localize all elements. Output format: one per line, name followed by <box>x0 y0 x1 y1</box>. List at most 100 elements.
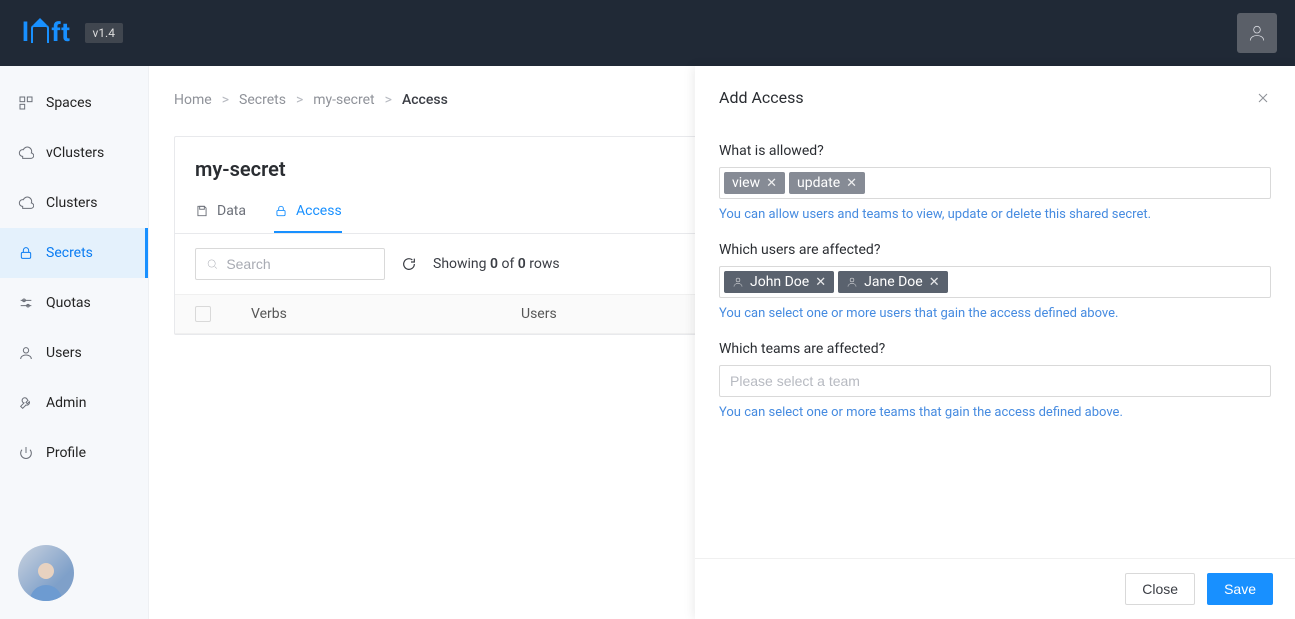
sidebar-item-label: Profile <box>46 445 86 461</box>
tab-label: Access <box>296 203 342 219</box>
tab-data[interactable]: Data <box>195 191 246 233</box>
row-mid: of <box>498 256 518 272</box>
tab-label: Data <box>217 203 246 219</box>
allowed-tag-view[interactable]: view ✕ <box>724 172 785 194</box>
users-label: Which users are affected? <box>719 242 1271 258</box>
reload-button[interactable] <box>401 256 417 272</box>
allowed-group: What is allowed? view ✕ update ✕ You can… <box>719 143 1271 222</box>
teams-help: You can select one or more teams that ga… <box>719 405 1271 420</box>
allowed-tag-update[interactable]: update ✕ <box>789 172 865 194</box>
drawer-title: Add Access <box>719 88 804 107</box>
breadcrumb-sep: > <box>296 92 303 108</box>
close-button[interactable]: Close <box>1125 573 1195 605</box>
users-ghost-input[interactable] <box>952 270 1266 294</box>
save-icon <box>195 204 209 218</box>
wrench-icon <box>18 395 34 411</box>
sidebar-item-quotas[interactable]: Quotas <box>0 278 148 328</box>
version-badge: v1.4 <box>85 23 123 43</box>
sidebar-item-label: Secrets <box>46 245 93 261</box>
tag-remove[interactable]: ✕ <box>929 275 940 290</box>
topbar-right <box>1237 13 1277 53</box>
allowed-input[interactable]: view ✕ update ✕ <box>719 167 1271 199</box>
sidebar-item-profile[interactable]: Profile <box>0 428 148 478</box>
power-icon <box>18 445 34 461</box>
user-tag-jane[interactable]: Jane Doe ✕ <box>838 271 947 293</box>
sidebar-item-label: Admin <box>46 395 86 411</box>
users-group: Which users are affected? John Doe ✕ Jan… <box>719 242 1271 321</box>
drawer-footer: Close Save <box>695 558 1295 619</box>
column-users[interactable]: Users <box>521 306 557 322</box>
sidebar-item-label: Users <box>46 345 82 361</box>
sidebar-item-admin[interactable]: Admin <box>0 378 148 428</box>
sidebar-item-label: Spaces <box>46 95 92 111</box>
teams-label: Which teams are affected? <box>719 341 1271 357</box>
save-button[interactable]: Save <box>1207 573 1273 605</box>
person-icon <box>846 276 858 288</box>
teams-group: Which teams are affected? You can select… <box>719 341 1271 420</box>
user-tag-john[interactable]: John Doe ✕ <box>724 271 834 293</box>
avatar-icon <box>22 553 70 601</box>
row-summary: Showing 0 of 0 rows <box>433 256 560 272</box>
add-access-drawer: Add Access What is allowed? view ✕ updat… <box>695 66 1295 619</box>
drawer-header: Add Access <box>695 66 1295 117</box>
sidebar-item-clusters[interactable]: Clusters <box>0 178 148 228</box>
logo: lft <box>22 18 71 48</box>
lock-icon <box>18 245 34 261</box>
sidebar-bottom <box>0 527 148 619</box>
breadcrumb-secrets[interactable]: Secrets <box>239 92 286 108</box>
column-verbs[interactable]: Verbs <box>251 306 481 322</box>
sidebar-item-label: Clusters <box>46 195 97 211</box>
breadcrumb-sep: > <box>222 92 229 108</box>
cloud-icon <box>18 195 34 211</box>
sidebar-item-vclusters[interactable]: vClusters <box>0 128 148 178</box>
search-icon <box>206 257 218 271</box>
breadcrumb-secret[interactable]: my-secret <box>313 92 374 108</box>
close-icon <box>1255 90 1271 106</box>
reload-icon <box>401 256 417 272</box>
tab-access[interactable]: Access <box>274 191 342 233</box>
users-input[interactable]: John Doe ✕ Jane Doe ✕ <box>719 266 1271 298</box>
tag-label: John Doe <box>750 274 809 290</box>
tag-label: Jane Doe <box>864 274 923 290</box>
lock-icon <box>274 204 288 218</box>
row-prefix: Showing <box>433 256 490 272</box>
search-box[interactable] <box>195 248 385 280</box>
sidebar-item-users[interactable]: Users <box>0 328 148 378</box>
sidebar: Spaces vClusters Clusters Secrets Quotas… <box>0 66 149 619</box>
breadcrumb-sep: > <box>385 92 392 108</box>
tag-remove[interactable]: ✕ <box>846 176 857 191</box>
tag-label: view <box>732 175 760 191</box>
select-all-checkbox[interactable] <box>195 306 211 322</box>
drawer-body: What is allowed? view ✕ update ✕ You can… <box>695 117 1295 558</box>
sidebar-item-secrets[interactable]: Secrets <box>0 228 148 278</box>
row-shown: 0 <box>490 256 498 272</box>
nav: Spaces vClusters Clusters Secrets Quotas… <box>0 66 148 478</box>
spaces-icon <box>18 95 34 111</box>
sidebar-item-label: Quotas <box>46 295 91 311</box>
allowed-ghost-input[interactable] <box>869 171 1266 195</box>
person-icon <box>1247 23 1267 43</box>
search-input[interactable] <box>226 256 374 272</box>
allowed-label: What is allowed? <box>719 143 1271 159</box>
current-user-avatar[interactable] <box>18 545 74 601</box>
cloud-icon <box>18 145 34 161</box>
tag-remove[interactable]: ✕ <box>815 275 826 290</box>
tag-remove[interactable]: ✕ <box>766 176 777 191</box>
sidebar-item-spaces[interactable]: Spaces <box>0 78 148 128</box>
teams-ghost-input[interactable] <box>724 369 1266 393</box>
breadcrumb-current: Access <box>402 92 448 108</box>
person-icon <box>18 345 34 361</box>
users-help: You can select one or more users that ga… <box>719 306 1271 321</box>
allowed-help: You can allow users and teams to view, u… <box>719 207 1271 222</box>
sliders-icon <box>18 295 34 311</box>
topbar-left: lft v1.4 <box>22 18 123 48</box>
breadcrumb-home[interactable]: Home <box>174 92 212 108</box>
logo-o-icon <box>31 25 49 43</box>
row-suffix: rows <box>526 256 560 272</box>
teams-input[interactable] <box>719 365 1271 397</box>
topbar: lft v1.4 <box>0 0 1295 66</box>
drawer-close-button[interactable] <box>1255 90 1271 106</box>
user-menu-button[interactable] <box>1237 13 1277 53</box>
person-icon <box>732 276 744 288</box>
sidebar-item-label: vClusters <box>46 145 104 161</box>
